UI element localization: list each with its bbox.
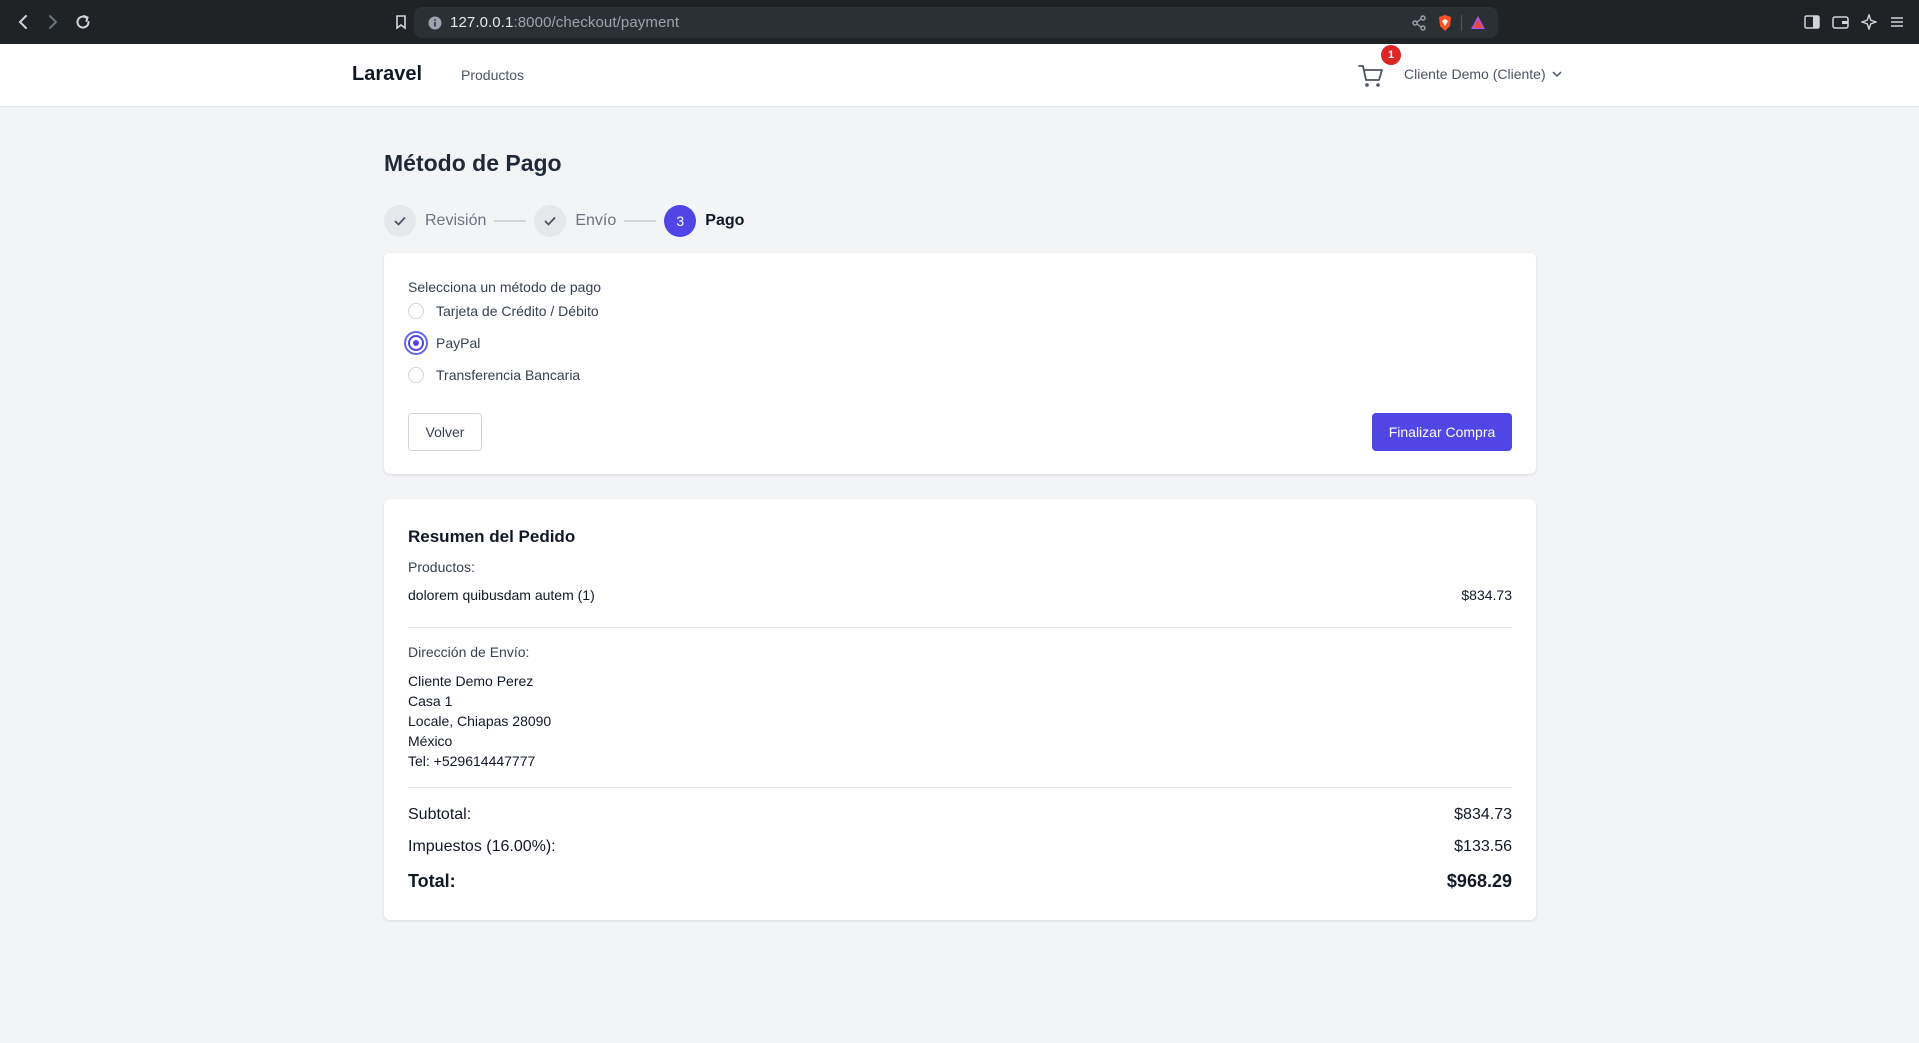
nav-link-productos[interactable]: Productos [461,67,524,83]
step-connector [494,220,527,222]
total-label: Total: [408,871,456,891]
address-line2: Locale, Chiapas 28090 [408,713,552,729]
radio-transfer[interactable] [408,367,424,383]
address-line1: Casa 1 [408,693,453,709]
step-revision-check-icon [384,205,416,237]
step-envio-label: Envío [575,212,617,229]
payment-option-card[interactable]: Tarjeta de Crédito / Débito [408,303,599,319]
subtotal-row: Subtotal: $834.73 [408,806,1512,824]
total-row: Total: $968.29 [408,871,1512,892]
tax-row: Impuestos (16.00%): $133.56 [408,838,1512,856]
divider [408,627,1512,628]
tax-label: Impuestos (16.00%): [408,838,556,855]
user-name: Cliente Demo (Cliente) [1404,66,1546,82]
payment-option-label: Transferencia Bancaria [436,367,581,383]
site-info-icon[interactable] [428,16,442,30]
payment-method-prompt: Selecciona un método de pago [408,279,602,295]
address-name: Cliente Demo Perez [408,673,534,689]
address-country: México [408,733,453,749]
payment-option-paypal[interactable]: PayPal [408,335,480,351]
products-label: Productos: [408,559,475,575]
address-bar[interactable]: 127.0.0.1:8000/checkout/payment [414,7,1498,38]
shipping-address-label: Dirección de Envío: [408,644,530,660]
page-title: Método de Pago [384,150,562,176]
chevron-down-icon [1552,70,1562,78]
payment-option-label: Tarjeta de Crédito / Débito [436,303,599,319]
step-revision-label: Revisión [425,212,487,229]
brave-rewards-icon[interactable] [1470,15,1486,31]
subtotal-label: Subtotal: [408,806,472,823]
payment-method-card: Selecciona un método de pago Tarjeta de … [384,253,1536,474]
browser-toolbar: 127.0.0.1:8000/checkout/payment [0,0,1919,44]
cart-count-badge: 1 [1381,45,1401,65]
forward-icon[interactable] [38,7,68,37]
order-summary-title: Resumen del Pedido [408,527,576,546]
address-phone: Tel: +529614447777 [408,753,536,769]
shipping-address: Cliente Demo Perez Casa 1 Locale, Chiapa… [408,671,551,771]
back-icon[interactable] [8,7,38,37]
order-summary-card: Resumen del Pedido Productos: dolorem qu… [384,499,1536,920]
payment-option-label: PayPal [436,335,481,351]
user-menu[interactable]: Cliente Demo (Cliente) [1404,66,1562,82]
share-icon[interactable] [1411,14,1427,31]
url-text: 127.0.0.1:8000/checkout/payment [450,14,680,31]
radio-paypal[interactable] [408,335,424,351]
brave-shield-icon[interactable] [1437,14,1453,32]
app-header: Laravel Productos Cliente Demo (Cliente) [0,44,1919,107]
leo-ai-icon[interactable] [1861,14,1877,30]
wallet-icon[interactable] [1832,15,1849,29]
product-price: $834.73 [1461,587,1512,603]
step-envio-check-icon [534,205,567,237]
step-pago-label: Pago [705,212,745,229]
reload-icon[interactable] [68,7,98,37]
subtotal-value: $834.73 [1454,806,1512,823]
step-connector [624,220,657,222]
finalize-purchase-button[interactable]: Finalizar Compra [1372,413,1512,451]
sidebar-icon[interactable] [1804,15,1820,29]
brand-logo[interactable]: Laravel [352,63,422,86]
step-pago-number: 3 [664,205,697,237]
divider [408,787,1512,788]
total-value: $968.29 [1446,871,1512,891]
radio-card[interactable] [408,303,424,319]
product-name: dolorem quibusdam autem (1) [408,587,595,603]
bookmark-icon[interactable] [386,7,416,37]
back-button[interactable]: Volver [408,413,482,451]
checkout-stepper: Revisión Envío 3 Pago [384,205,744,237]
payment-option-transfer[interactable]: Transferencia Bancaria [408,367,580,383]
tax-value: $133.56 [1454,838,1512,855]
cart-icon[interactable] [1356,61,1386,91]
menu-icon[interactable] [1889,15,1905,29]
list-item: dolorem quibusdam autem (1) $834.73 [408,587,1512,603]
